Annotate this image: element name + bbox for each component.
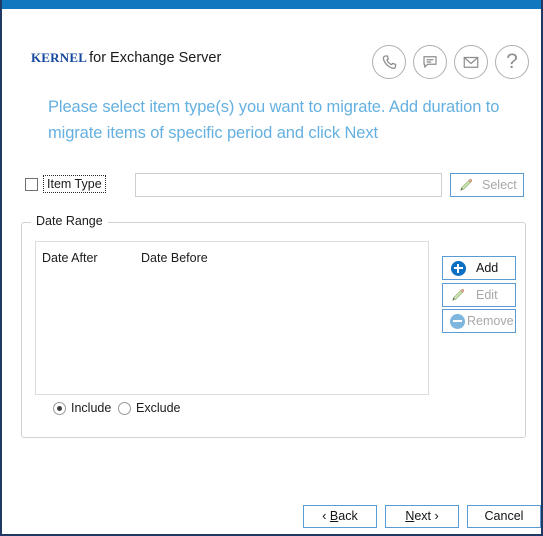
remove-date-range-button[interactable]: Remove: [442, 309, 516, 333]
item-type-row: Item Type Select: [2, 173, 541, 197]
date-range-list[interactable]: Date After Date Before: [35, 241, 429, 395]
column-header-date-after: Date After: [42, 251, 98, 265]
add-button-label: Add: [476, 261, 499, 275]
date-range-title: Date Range: [31, 214, 108, 228]
back-button[interactable]: ‹ Back: [303, 505, 377, 528]
next-accel: N: [405, 509, 415, 523]
radio-exclude-label: Exclude: [136, 401, 181, 415]
window-title-bar: [2, 0, 541, 9]
header-icon-group: ?: [372, 45, 529, 79]
add-date-range-button[interactable]: Add: [442, 256, 516, 280]
next-suffix: ›: [431, 509, 439, 523]
back-rest: ack: [338, 509, 358, 523]
help-icon[interactable]: ?: [495, 45, 529, 79]
email-icon[interactable]: [454, 45, 488, 79]
circle-plus-icon: [448, 260, 468, 276]
brand-product: for Exchange Server: [89, 50, 222, 66]
radio-exclude[interactable]: Exclude: [118, 401, 180, 415]
application-window: Kernel for Exchange Server: [0, 0, 543, 536]
app-header: Kernel for Exchange Server: [2, 9, 541, 79]
brand-logo: Kernel for Exchange Server: [31, 47, 221, 66]
circle-minus-icon: [447, 313, 467, 329]
select-button-label: Select: [482, 178, 517, 192]
next-button[interactable]: Next ›: [385, 505, 459, 528]
radio-include-label: Include: [71, 401, 112, 415]
back-prefix: ‹: [322, 509, 330, 523]
phone-icon[interactable]: [372, 45, 406, 79]
item-type-input[interactable]: [135, 173, 442, 197]
brand-name: Kernel: [31, 46, 88, 67]
scope-radio-group: Include Exclude: [2, 401, 541, 419]
cancel-button[interactable]: Cancel: [467, 505, 541, 528]
radio-include-indicator: [53, 401, 66, 415]
item-type-checkbox[interactable]: [25, 178, 38, 191]
select-item-type-button[interactable]: Select: [450, 173, 524, 197]
chat-icon[interactable]: [413, 45, 447, 79]
pencil-icon: [456, 178, 476, 192]
radio-include[interactable]: Include: [53, 401, 111, 415]
radio-exclude-indicator: [118, 401, 131, 415]
edit-button-label: Edit: [476, 288, 498, 302]
item-type-label: Item Type: [43, 175, 106, 193]
remove-button-label: Remove: [467, 314, 514, 328]
edit-date-range-button[interactable]: Edit: [442, 283, 516, 307]
pencil-icon: [448, 288, 468, 302]
back-accel: B: [329, 509, 339, 523]
help-icon-glyph: ?: [506, 49, 518, 73]
column-header-date-before: Date Before: [141, 251, 208, 265]
next-rest: ext: [414, 509, 432, 523]
page-title: Please select item type(s) you want to m…: [48, 98, 500, 142]
